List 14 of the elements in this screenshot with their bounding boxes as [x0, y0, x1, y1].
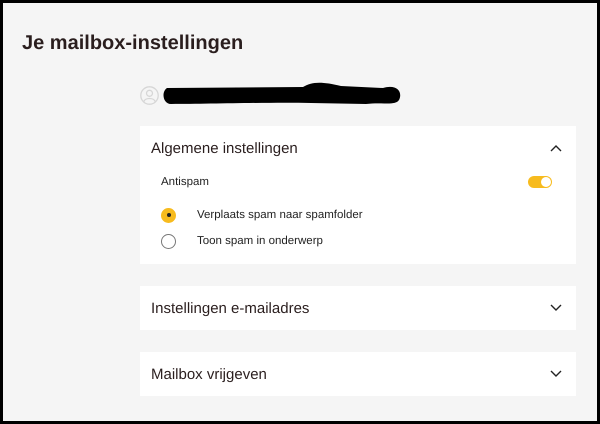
- toggle-label: Antispam: [161, 176, 209, 188]
- toggle-switch[interactable]: [528, 176, 552, 188]
- chevron-icon[interactable]: [550, 144, 562, 152]
- section-title[interactable]: Mailbox vrijgeven: [151, 366, 267, 382]
- radio-label[interactable]: Verplaats spam naar spamfolder: [197, 209, 363, 221]
- radio-button[interactable]: [161, 208, 176, 222]
- radio-button[interactable]: [161, 234, 176, 248]
- section-title[interactable]: Instellingen e-mailadres: [151, 300, 310, 316]
- radio-label[interactable]: Toon spam in onderwerp: [197, 235, 323, 247]
- page-title: Je mailbox-instellingen: [22, 31, 244, 55]
- chevron-icon[interactable]: [550, 370, 562, 378]
- section-title[interactable]: Algemene instellingen: [151, 140, 298, 156]
- chevron-icon[interactable]: [550, 304, 562, 312]
- user-icon: [140, 86, 159, 104]
